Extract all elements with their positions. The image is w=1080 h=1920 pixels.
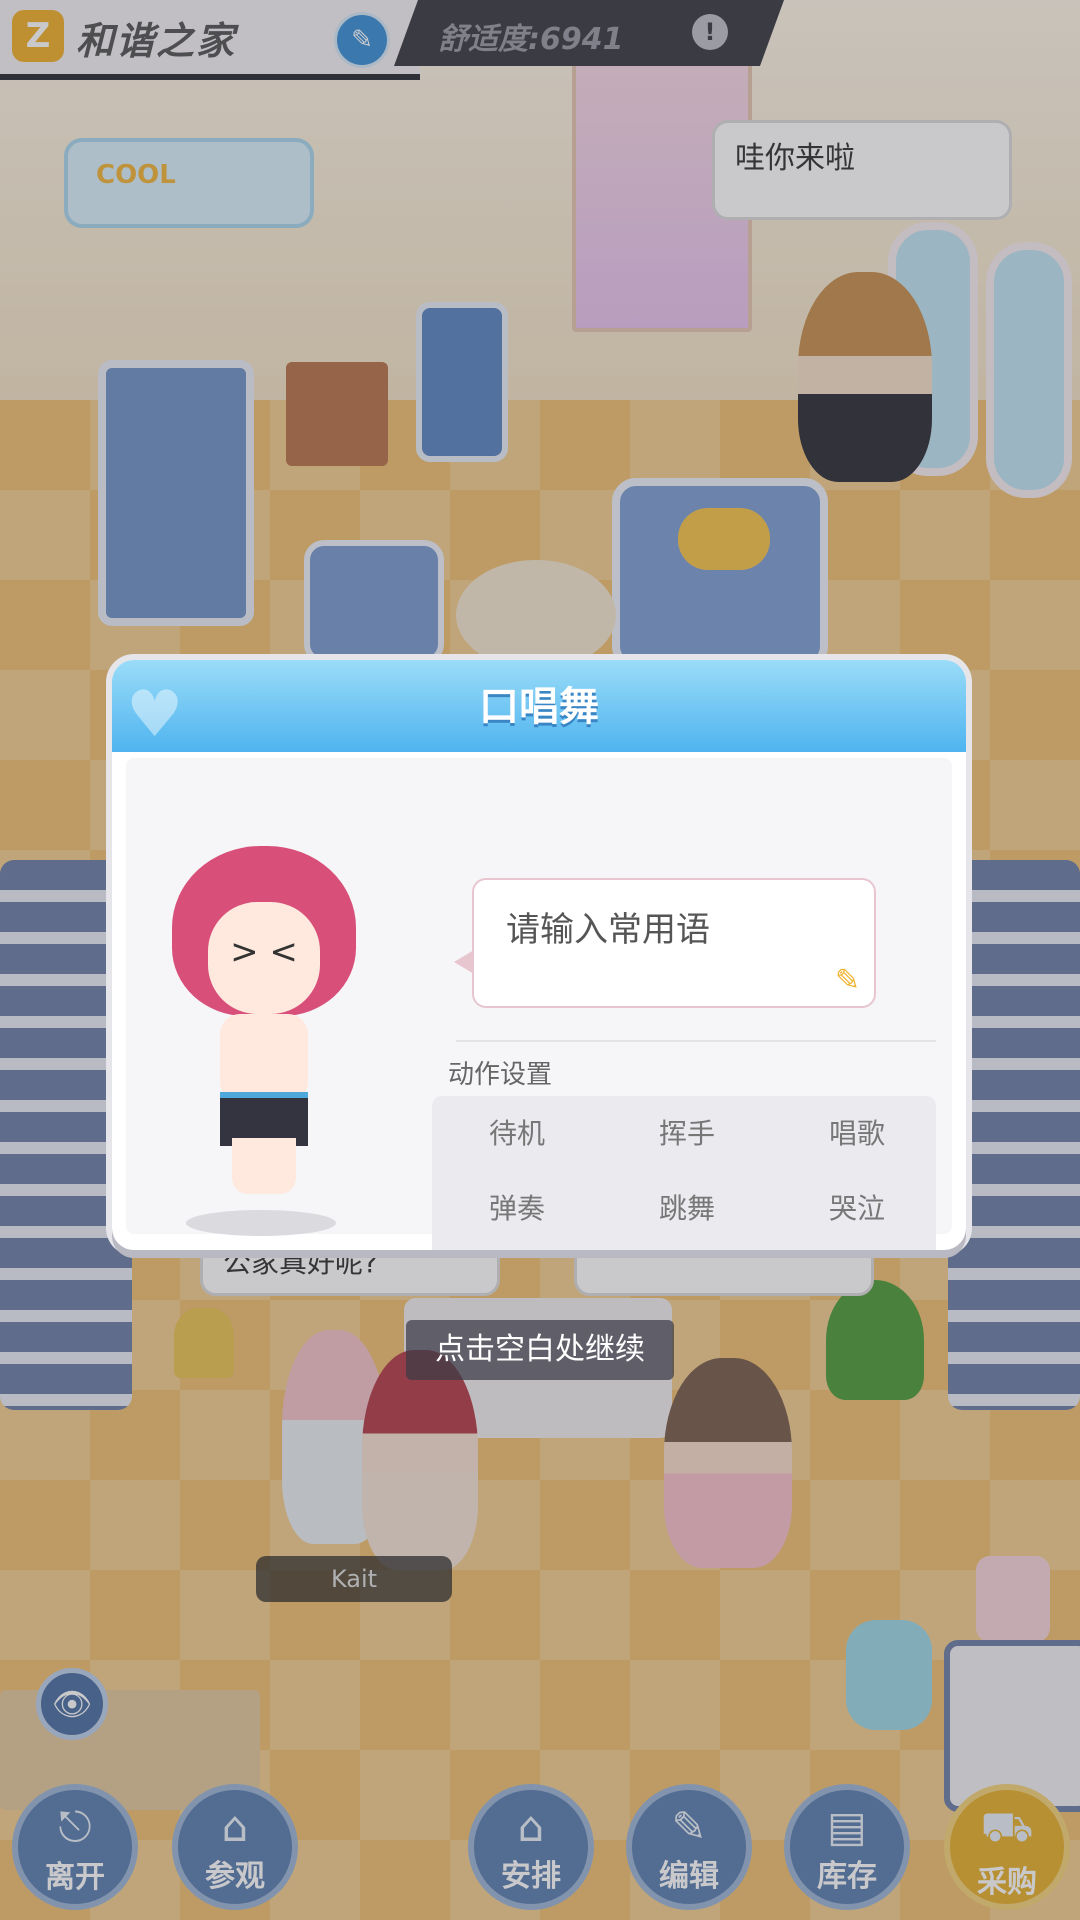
avatar-preview: > < <box>166 846 362 1206</box>
action-cry[interactable]: 哭泣 <box>788 1183 926 1235</box>
section-divider <box>456 1040 936 1042</box>
dialog-body: > < 请输入常用语 ✎ 动作设置 待机 挥手 唱歌 弹奏 跳舞 哭泣 睡觉 沐… <box>126 758 952 1250</box>
tap-to-continue-hint: 点击空白处继续 <box>406 1320 674 1380</box>
phrase-input-placeholder: 请输入常用语 <box>506 910 710 950</box>
pencil-icon: ✎ <box>834 963 860 998</box>
dialog-title: 口唱舞 <box>479 684 599 730</box>
action-settings-label: 动作设置 <box>448 1060 553 1090</box>
dialog-header: ♥ 口唱舞 <box>112 660 966 752</box>
quick-phrase-dialog: ♥ 口唱舞 > < 请输入常用语 ✎ 动作设置 待机 挥手 唱歌 弹奏 跳舞 哭… <box>112 660 966 1250</box>
avatar-legs <box>232 1138 296 1194</box>
action-idle[interactable]: 待机 <box>448 1108 586 1160</box>
action-sing[interactable]: 唱歌 <box>788 1108 926 1160</box>
avatar-face: > < <box>208 902 320 1014</box>
bubble-tail <box>454 950 474 974</box>
action-dance[interactable]: 跳舞 <box>618 1183 756 1235</box>
action-grid: 待机 挥手 唱歌 弹奏 跳舞 哭泣 睡觉 沐浴 ▶ 随机 ◀ <box>432 1096 936 1250</box>
avatar-torso <box>220 1014 308 1102</box>
phrase-input[interactable]: 请输入常用语 ✎ <box>454 878 876 1008</box>
action-wave[interactable]: 挥手 <box>618 1108 756 1160</box>
avatar-shadow <box>186 1210 336 1236</box>
action-play-instrument[interactable]: 弹奏 <box>448 1183 586 1235</box>
